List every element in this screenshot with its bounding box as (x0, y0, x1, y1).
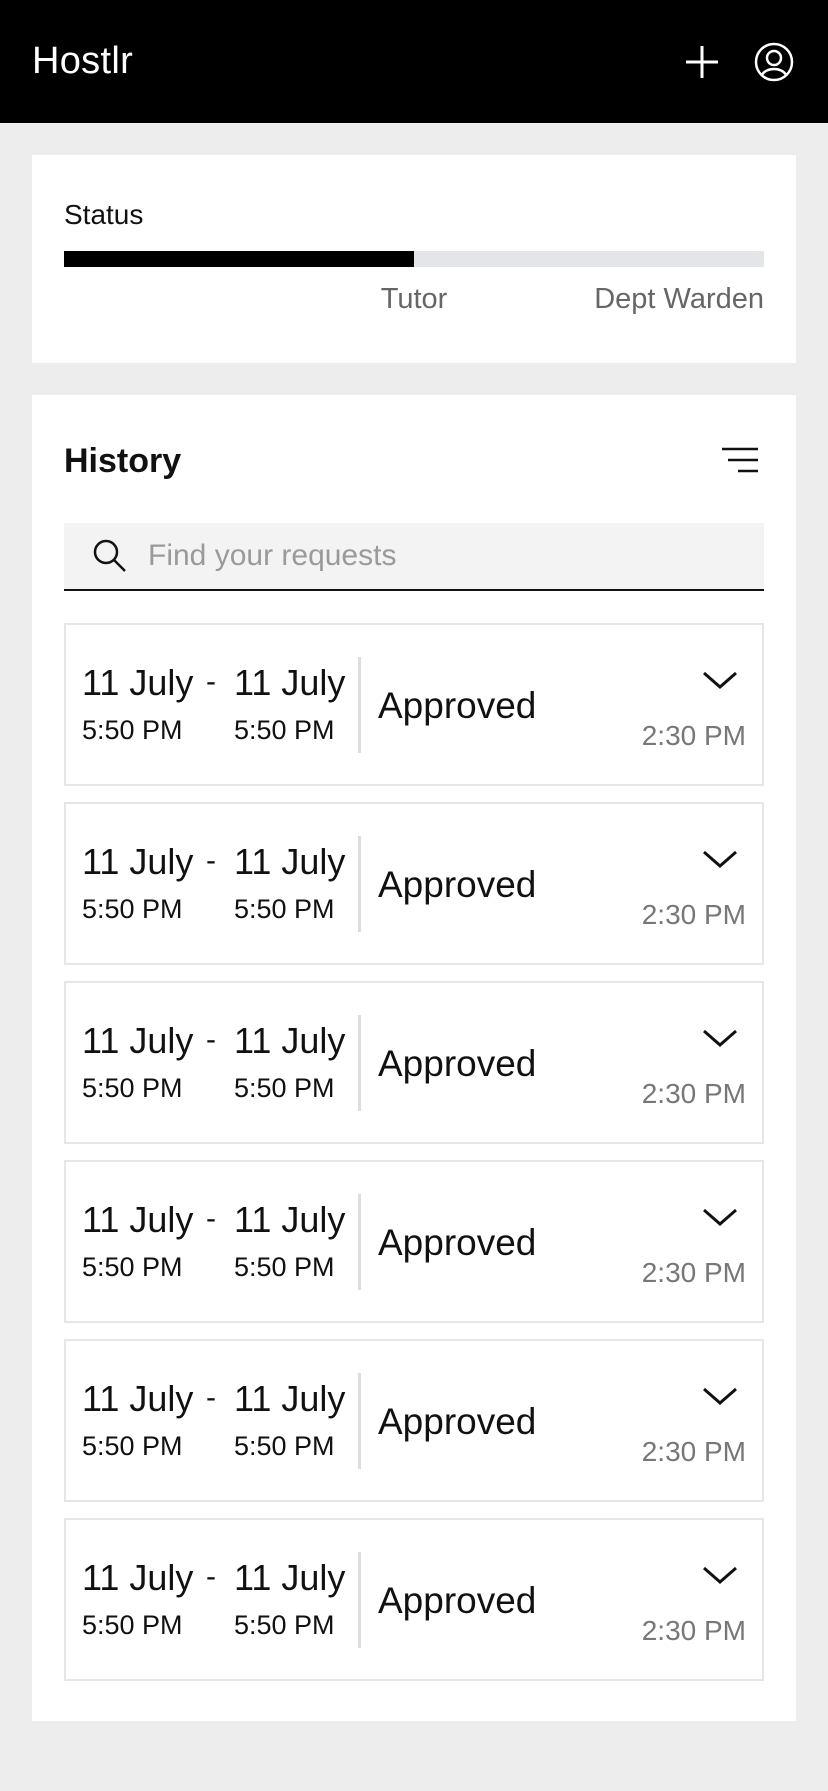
date-range-separator: - (206, 665, 216, 698)
to-date: 11 July (234, 841, 346, 882)
from-date: 11 July (82, 1557, 194, 1598)
request-status: Approved (378, 1222, 537, 1263)
from-date-block: 11 July 5:50 PM (82, 1021, 193, 1104)
step-label-tutor: Tutor (380, 283, 448, 315)
to-date-block: 11 July 5:50 PM (234, 842, 345, 925)
from-time: 5:50 PM (82, 1431, 183, 1461)
to-time: 5:50 PM (234, 1610, 335, 1640)
plus-icon (686, 45, 718, 78)
item-divider (358, 836, 361, 932)
add-button[interactable] (680, 40, 724, 84)
to-time: 5:50 PM (234, 1431, 335, 1461)
search-icon (93, 539, 126, 572)
app-header: Hostlr (0, 0, 828, 123)
to-time: 5:50 PM (234, 1252, 335, 1282)
from-time: 5:50 PM (82, 1610, 183, 1640)
from-date: 11 July (82, 1020, 194, 1061)
history-list: 11 July 5:50 PM - 11 July 5:50 PM Approv… (64, 623, 764, 1681)
date-range-separator: - (206, 844, 216, 877)
filter-lines-icon (722, 447, 758, 473)
status-progress-fill (64, 251, 414, 267)
history-item[interactable]: 11 July 5:50 PM - 11 July 5:50 PM Approv… (64, 802, 764, 965)
to-date: 11 July (234, 1020, 346, 1061)
request-time: 2:30 PM (641, 1436, 746, 1467)
history-item[interactable]: 11 July 5:50 PM - 11 July 5:50 PM Approv… (64, 1518, 764, 1681)
profile-button[interactable] (752, 40, 796, 84)
date-range-separator: - (206, 1560, 216, 1593)
to-time: 5:50 PM (234, 1073, 335, 1103)
chevron-down-icon[interactable] (700, 1202, 740, 1232)
to-date: 11 July (234, 662, 346, 703)
app-title: Hostlr (32, 40, 134, 82)
history-title: History (64, 441, 182, 480)
item-divider (358, 1194, 361, 1290)
history-item[interactable]: 11 July 5:50 PM - 11 July 5:50 PM Approv… (64, 981, 764, 1144)
filter-button[interactable] (718, 439, 762, 483)
item-divider (358, 1373, 361, 1469)
history-header: History (64, 395, 764, 491)
date-range-separator: - (206, 1202, 216, 1235)
chevron-down-icon[interactable] (700, 1381, 740, 1411)
request-status: Approved (378, 685, 537, 726)
user-circle-icon (754, 42, 794, 81)
status-steps: Tutor Dept Warden (64, 283, 764, 323)
to-date-block: 11 July 5:50 PM (234, 1558, 345, 1641)
to-date-block: 11 July 5:50 PM (234, 1200, 345, 1283)
from-time: 5:50 PM (82, 1073, 183, 1103)
status-progress-bar (64, 251, 764, 267)
request-status: Approved (378, 1580, 537, 1621)
history-card: History 11 July 5:50 PM - 11 July 5:50 P… (32, 395, 796, 1721)
search-bar (64, 523, 764, 591)
search-input[interactable] (146, 538, 710, 574)
request-time: 2:30 PM (641, 1257, 746, 1288)
from-time: 5:50 PM (82, 894, 183, 924)
status-title: Status (64, 199, 144, 230)
request-time: 2:30 PM (641, 720, 746, 751)
chevron-down-icon[interactable] (700, 665, 740, 695)
from-date-block: 11 July 5:50 PM (82, 1558, 193, 1641)
history-item[interactable]: 11 July 5:50 PM - 11 July 5:50 PM Approv… (64, 1160, 764, 1323)
to-date-block: 11 July 5:50 PM (234, 663, 345, 746)
status-card: Status Tutor Dept Warden (32, 155, 796, 363)
item-divider (358, 1552, 361, 1648)
from-date: 11 July (82, 841, 194, 882)
from-date-block: 11 July 5:50 PM (82, 842, 193, 925)
request-time: 2:30 PM (641, 1615, 746, 1646)
item-divider (358, 1015, 361, 1111)
to-date: 11 July (234, 1557, 346, 1598)
from-date: 11 July (82, 1199, 194, 1240)
date-range-separator: - (206, 1381, 216, 1414)
date-range-separator: - (206, 1023, 216, 1056)
history-item[interactable]: 11 July 5:50 PM - 11 July 5:50 PM Approv… (64, 1339, 764, 1502)
from-date-block: 11 July 5:50 PM (82, 1379, 193, 1462)
to-date: 11 July (234, 1199, 346, 1240)
header-actions (680, 40, 796, 84)
from-date: 11 July (82, 1378, 194, 1419)
item-divider (358, 657, 361, 753)
request-status: Approved (378, 1043, 537, 1084)
request-status: Approved (378, 864, 537, 905)
from-time: 5:50 PM (82, 715, 183, 745)
history-item[interactable]: 11 July 5:50 PM - 11 July 5:50 PM Approv… (64, 623, 764, 786)
chevron-down-icon[interactable] (700, 844, 740, 874)
request-time: 2:30 PM (641, 1078, 746, 1109)
to-date-block: 11 July 5:50 PM (234, 1021, 345, 1104)
to-time: 5:50 PM (234, 715, 335, 745)
request-status: Approved (378, 1401, 537, 1442)
from-date-block: 11 July 5:50 PM (82, 1200, 193, 1283)
from-time: 5:50 PM (82, 1252, 183, 1282)
to-time: 5:50 PM (234, 894, 335, 924)
from-date-block: 11 July 5:50 PM (82, 663, 193, 746)
step-label-dept-warden: Dept Warden (594, 283, 764, 315)
to-date: 11 July (234, 1378, 346, 1419)
chevron-down-icon[interactable] (700, 1560, 740, 1590)
request-time: 2:30 PM (641, 899, 746, 930)
to-date-block: 11 July 5:50 PM (234, 1379, 345, 1462)
chevron-down-icon[interactable] (700, 1023, 740, 1053)
from-date: 11 July (82, 662, 194, 703)
